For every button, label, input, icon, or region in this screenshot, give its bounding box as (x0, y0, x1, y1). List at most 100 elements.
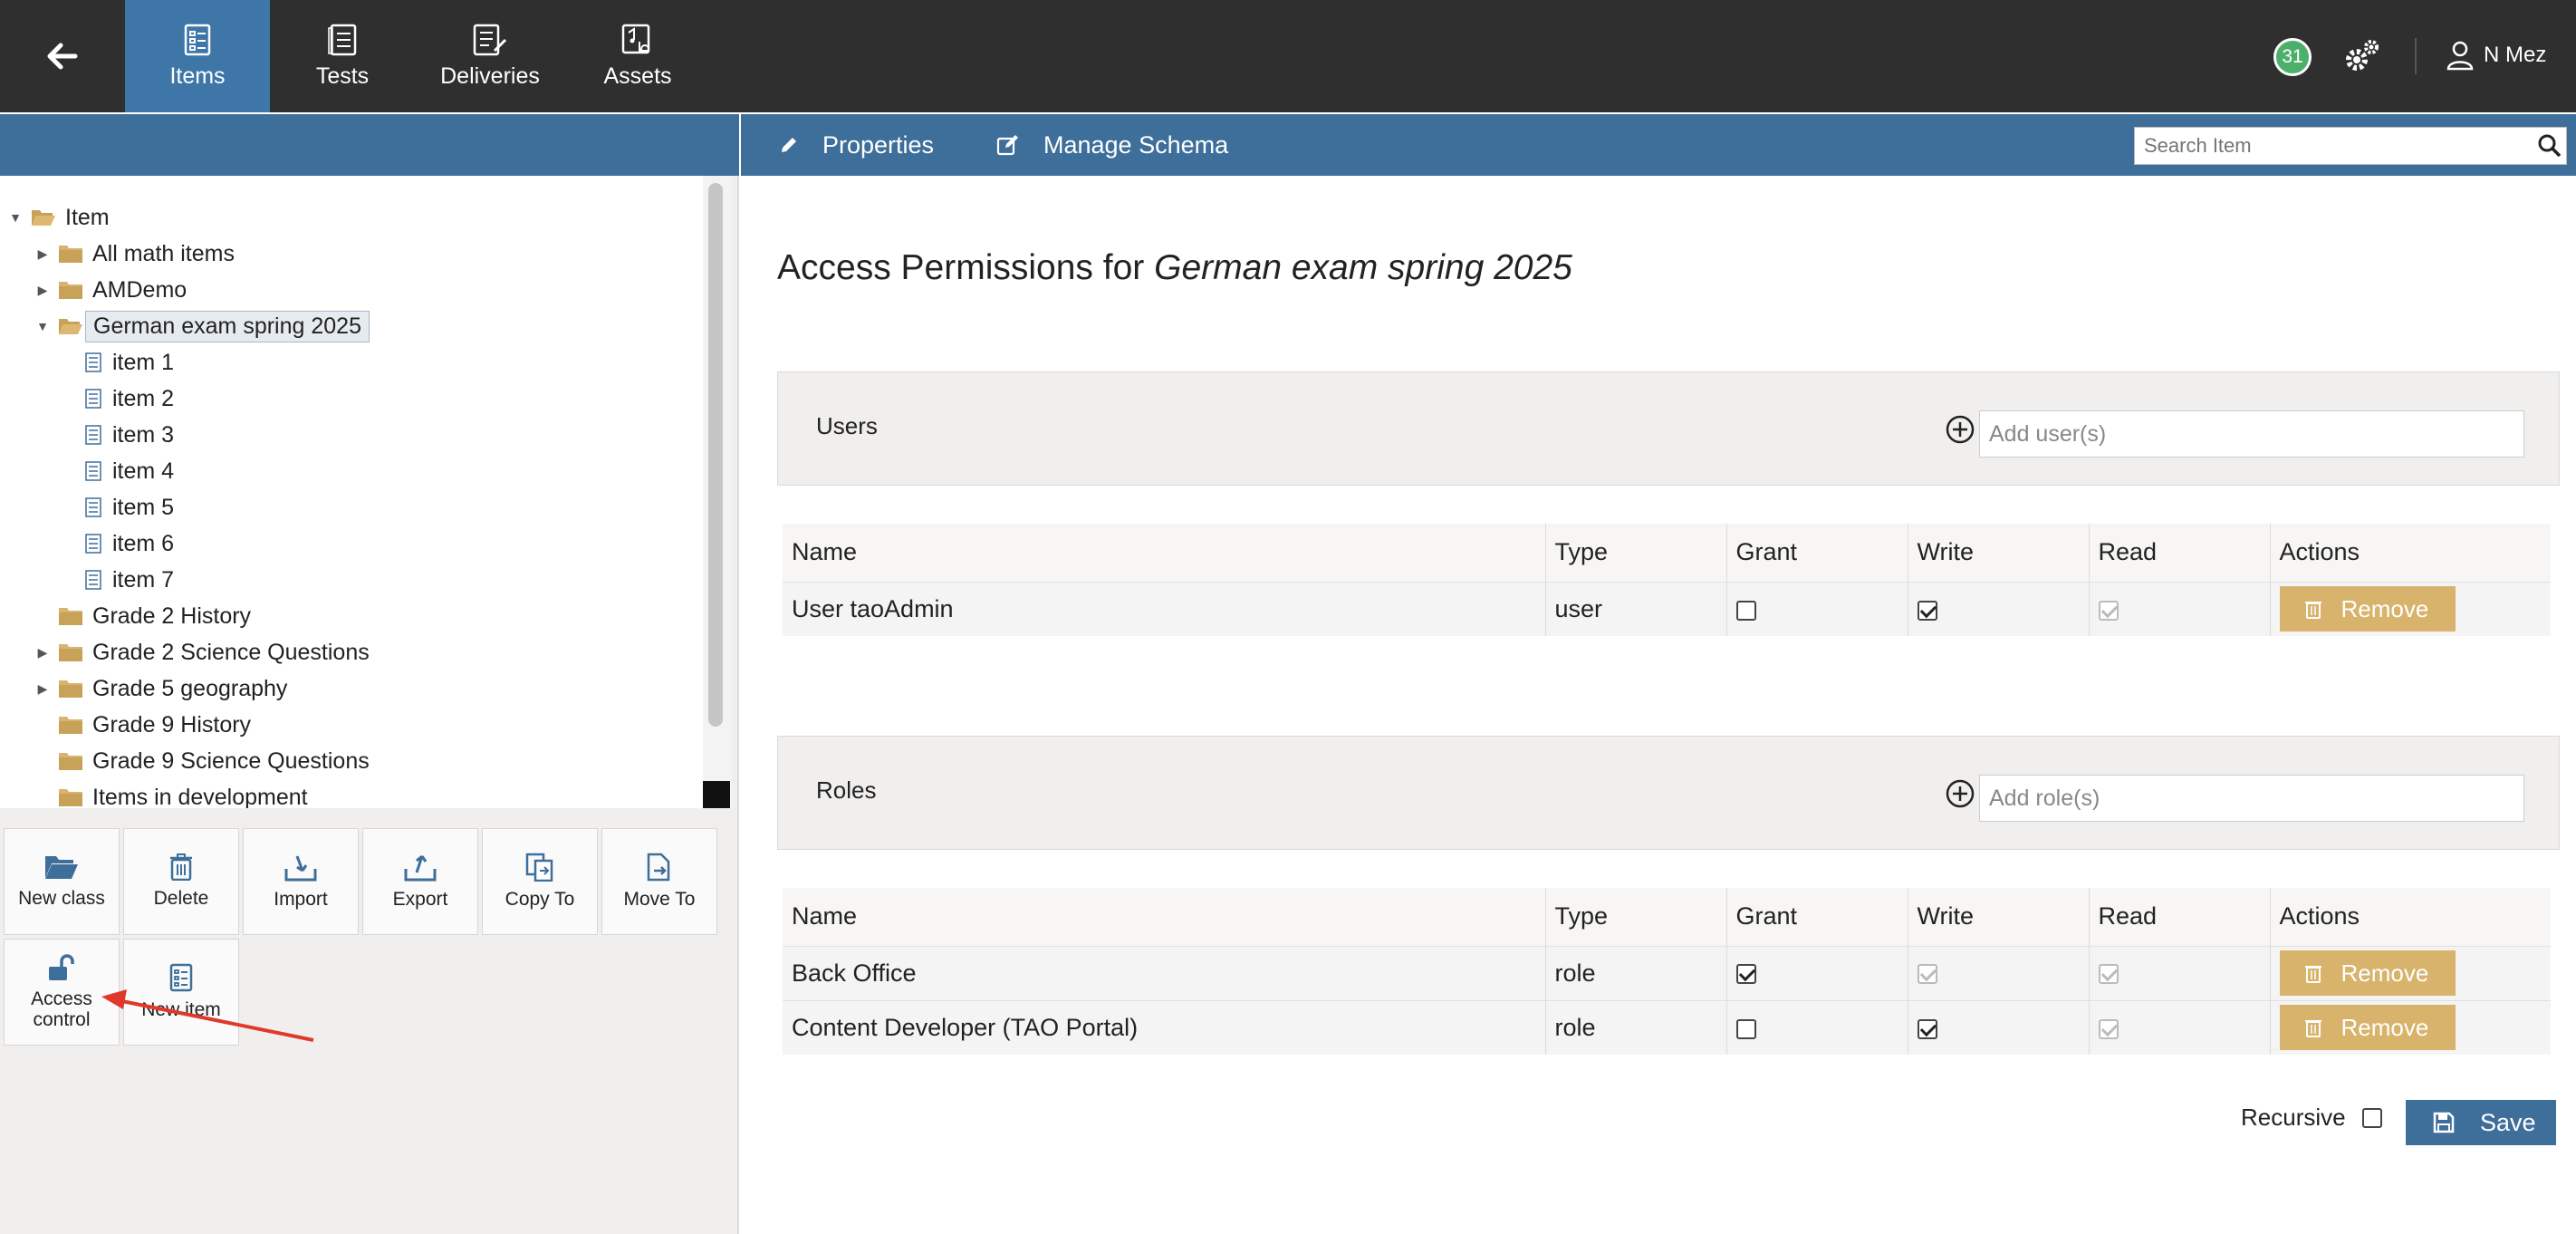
floppy-disk-icon (2433, 1112, 2455, 1133)
delete-label: Delete (153, 888, 209, 910)
access-control-button[interactable]: Access control (4, 939, 120, 1046)
folder-icon (58, 280, 83, 300)
remove-button[interactable]: Remove (2279, 950, 2456, 996)
tab-items[interactable]: Items (125, 0, 270, 112)
caret-down-icon[interactable]: ▼ (5, 210, 25, 225)
tree-node-folder[interactable]: Grade 9 Science Questions (58, 743, 370, 779)
grant-checkbox[interactable] (1735, 1018, 1756, 1039)
settings-button[interactable] (2342, 36, 2382, 81)
user-name: N Mez (2484, 43, 2547, 67)
caret-right-icon[interactable]: ▶ (33, 681, 53, 697)
recursive-checkbox[interactable] (2361, 1107, 2382, 1128)
properties-link[interactable]: Properties (779, 114, 934, 176)
tree-node-folder-selected[interactable]: ▼ German exam spring 2025 (33, 308, 370, 344)
item-icon (85, 425, 101, 445)
remove-button[interactable]: Remove (2279, 586, 2456, 632)
tree-label: Item (65, 204, 110, 230)
caret-right-icon[interactable]: ▶ (33, 645, 53, 660)
actions-cell: Remove (2269, 999, 2551, 1055)
add-user-input[interactable] (1979, 410, 2524, 458)
tab-deliveries[interactable]: Deliveries (415, 0, 565, 112)
tab-items-label: Items (169, 63, 226, 89)
tree-node-folder[interactable]: ▶ Grade 5 geography (33, 670, 288, 707)
copy-icon (525, 853, 553, 882)
tree-scrollbar[interactable] (703, 176, 732, 808)
tree-label: item 2 (112, 385, 175, 411)
tree-node-folder[interactable]: ▶ Grade 2 Science Questions (33, 634, 370, 670)
tree-label: item 4 (112, 458, 175, 484)
folder-icon (58, 244, 83, 264)
tree-node-item-leaf[interactable]: item 7 (85, 562, 174, 598)
user-menu[interactable]: N Mez (2446, 40, 2546, 71)
users-section: Users (777, 371, 2560, 486)
arrow-left-icon (47, 43, 78, 70)
manage-schema-link[interactable]: Manage Schema (996, 114, 1228, 176)
role-name-cell: Content Developer (TAO Portal) (783, 999, 1545, 1055)
tree-label: Grade 2 Science Questions (92, 639, 370, 665)
save-button[interactable]: Save (2406, 1100, 2556, 1145)
resize-handle[interactable] (703, 781, 730, 808)
remove-label: Remove (2341, 959, 2429, 987)
tree-node-folder[interactable]: ▶ All math items (33, 236, 235, 272)
search-icon[interactable] (2537, 133, 2562, 163)
tree-node-item-leaf[interactable]: item 1 (85, 344, 174, 381)
search-input[interactable] (2135, 129, 2524, 163)
tree-node-folder[interactable]: Items in development (58, 779, 308, 808)
tree-node-folder[interactable]: Grade 2 History (58, 598, 251, 634)
tree-node-item-leaf[interactable]: item 5 (85, 489, 174, 525)
import-button[interactable]: Import (243, 828, 359, 935)
item-icon (85, 570, 101, 590)
folder-icon (58, 679, 83, 699)
scrollbar-thumb[interactable] (708, 183, 723, 727)
caret-right-icon[interactable]: ▶ (33, 283, 53, 298)
add-user-icon[interactable] (1945, 414, 1975, 449)
copy-to-button[interactable]: Copy To (482, 828, 598, 935)
column-header: Grant (1725, 524, 1908, 583)
remove-button[interactable]: Remove (2279, 1005, 2456, 1051)
move-to-button[interactable]: Move To (601, 828, 717, 935)
users-section-title: Users (816, 412, 878, 439)
grant-checkbox[interactable] (1735, 600, 1756, 621)
tree-node-folder[interactable]: Grade 9 History (58, 707, 251, 743)
read-checkbox (2098, 1018, 2119, 1039)
delete-button[interactable]: Delete (123, 828, 239, 935)
tree-label: Grade 5 geography (92, 675, 288, 701)
tree-node-item-leaf[interactable]: item 4 (85, 453, 174, 489)
tree-node-folder[interactable]: ▶ AMDemo (33, 272, 187, 308)
caret-right-icon[interactable]: ▶ (33, 246, 53, 262)
tree-node-item-leaf[interactable]: item 3 (85, 417, 174, 453)
tree-node-item-leaf[interactable]: item 2 (85, 381, 174, 417)
page-title: Access Permissions for German exam sprin… (777, 248, 1572, 288)
read-cell (2088, 945, 2270, 1000)
add-role-input[interactable] (1979, 775, 2524, 822)
tree-node-item-leaf[interactable]: item 6 (85, 525, 174, 562)
assets-icon (621, 24, 650, 53)
actions-cell: Remove (2269, 581, 2551, 636)
roles-section-title: Roles (816, 776, 877, 804)
export-button[interactable]: Export (362, 828, 478, 935)
back-button[interactable] (0, 0, 125, 112)
column-header: Type (1544, 524, 1726, 583)
caret-down-icon[interactable]: ▼ (33, 319, 53, 333)
add-role-icon[interactable] (1945, 778, 1975, 814)
write-cell (1907, 945, 2089, 1000)
new-item-button[interactable]: New item (123, 939, 239, 1046)
copy-to-label: Copy To (505, 889, 575, 911)
new-class-button[interactable]: New class (4, 828, 120, 935)
tab-tests[interactable]: Tests (270, 0, 415, 112)
tab-assets[interactable]: Assets (565, 0, 710, 112)
page-title-prefix: Access Permissions for (777, 248, 1145, 287)
grant-checkbox[interactable] (1735, 964, 1756, 985)
tests-icon (328, 24, 357, 55)
notification-badge[interactable]: 31 (2273, 38, 2312, 76)
write-checkbox[interactable] (1917, 600, 1937, 621)
tree-node-item[interactable]: ▼ Item (5, 199, 110, 236)
column-header: Actions (2269, 888, 2551, 947)
tree-label: item 7 (112, 566, 175, 593)
column-header: Read (2088, 888, 2270, 947)
read-checkbox (2098, 600, 2119, 621)
write-checkbox[interactable] (1917, 1018, 1937, 1039)
export-icon (404, 855, 437, 882)
move-to-label: Move To (623, 889, 696, 911)
access-control-label-line1: Access (31, 988, 92, 1009)
